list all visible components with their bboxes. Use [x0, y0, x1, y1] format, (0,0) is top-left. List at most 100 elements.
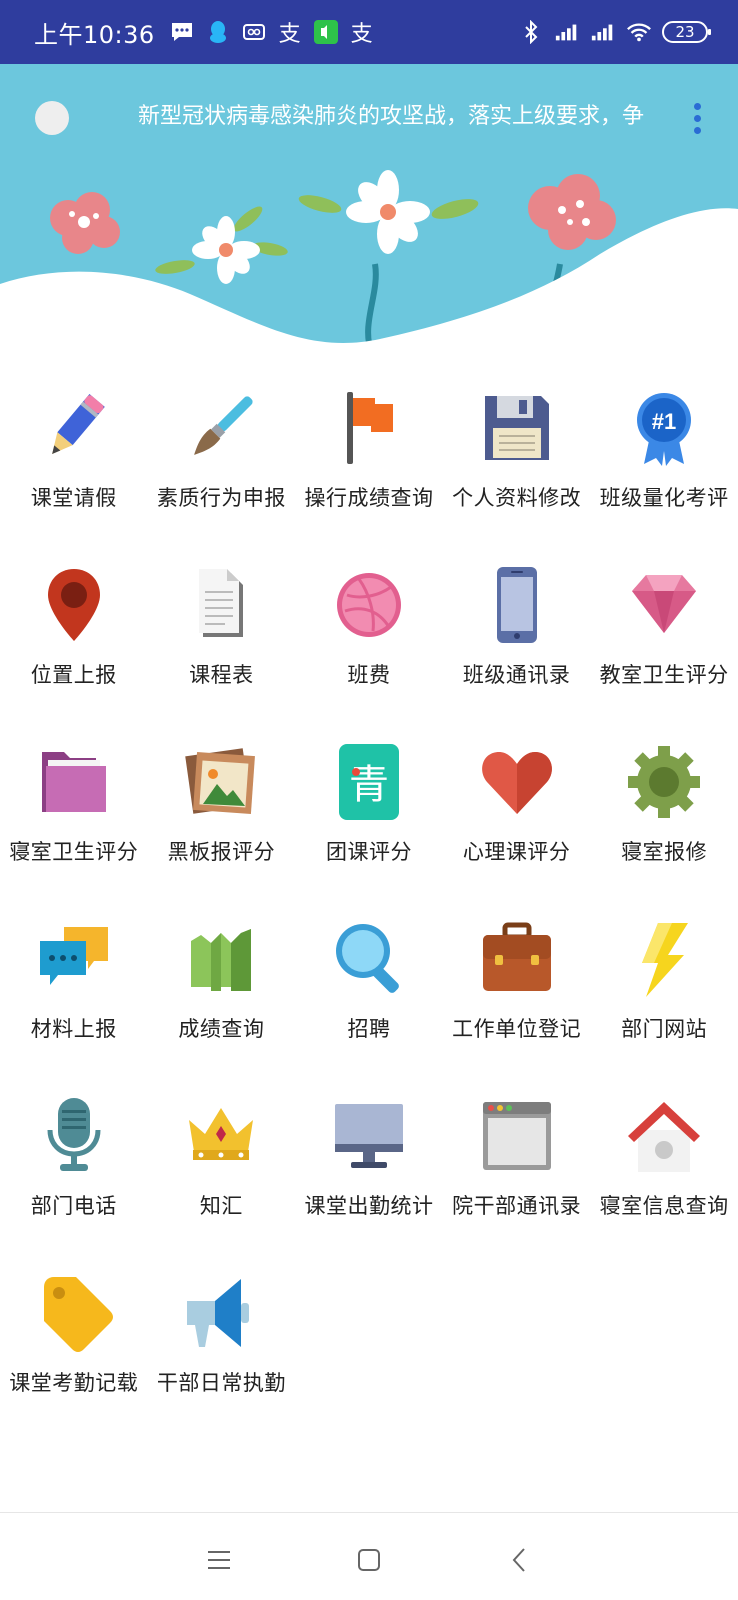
document-icon — [199, 569, 244, 637]
browser-window-icon — [482, 1102, 551, 1170]
bluetooth-icon — [518, 19, 544, 45]
navigation-bar — [0, 1512, 738, 1600]
grid-item-dorm-repair[interactable]: 寝室报修 — [590, 724, 738, 901]
grid-item-label: 部门网站 — [621, 1017, 708, 1041]
grid-item-label: 心理课评分 — [462, 840, 571, 864]
signal-icon — [590, 19, 616, 45]
back-button[interactable] — [494, 1535, 544, 1585]
megaphone-icon — [187, 1279, 250, 1347]
grid-item-label: 课堂请假 — [30, 486, 117, 510]
dribbble-ball-icon — [336, 573, 401, 637]
grid-item-cadre-contacts[interactable]: 院干部通讯录 — [443, 1078, 591, 1255]
tag-icon — [43, 1277, 113, 1352]
grid-item-score-query[interactable]: 成绩查询 — [148, 901, 296, 1078]
grid-item-label: 团课评分 — [325, 840, 412, 864]
back-icon — [512, 1547, 525, 1572]
grid-item-location-report[interactable]: 位置上报 — [0, 547, 148, 724]
grid-item-label: 寝室信息查询 — [599, 1194, 729, 1218]
home-button[interactable] — [344, 1535, 394, 1585]
grid-item-class-fee[interactable]: 班费 — [295, 547, 443, 724]
grid-item-dorm-hygiene[interactable]: 寝室卫生评分 — [0, 724, 148, 901]
grid-item-conduct-score[interactable]: 操行成绩查询 — [295, 370, 443, 547]
briefcase-icon — [482, 922, 551, 991]
grid-item-label: 材料上报 — [30, 1017, 117, 1041]
grid-item-material-report[interactable]: 材料上报 — [0, 901, 148, 1078]
grid-item-label: 课程表 — [189, 663, 254, 687]
floppy-disk-icon — [484, 396, 549, 460]
crown-icon — [189, 1108, 254, 1160]
magnifier-icon — [335, 924, 399, 993]
grid-item-profile-edit[interactable]: 个人资料修改 — [443, 370, 591, 547]
grid-item-attendance-stats[interactable]: 课堂出勤统计 — [295, 1078, 443, 1255]
youth-league-icon: 青 — [338, 744, 399, 820]
grid-item-employer-register[interactable]: 工作单位登记 — [443, 901, 591, 1078]
grid-item-label: 黑板报评分 — [167, 840, 276, 864]
grid-item-leave-request[interactable]: 课堂请假 — [0, 370, 148, 547]
grid-item-cadre-duty[interactable]: 干部日常执勤 — [148, 1255, 296, 1432]
grid-item-label: 课堂考勤记载 — [9, 1371, 139, 1395]
picture-icon — [185, 748, 256, 814]
menu-button[interactable] — [194, 1535, 244, 1585]
map-pin-icon — [47, 569, 100, 641]
alipay-icon: 支 — [278, 22, 301, 47]
battery-icon: 23 — [662, 21, 711, 43]
header-banner: 新型冠状病毒感染肺炎的攻坚战，落实上级要求，争 — [0, 64, 738, 354]
grid-item-label: 招聘 — [347, 1017, 391, 1041]
pencil-icon — [51, 393, 105, 455]
flag-icon — [346, 392, 393, 464]
microphone-icon — [47, 1098, 101, 1171]
rank-badge-icon: #1 — [637, 393, 692, 466]
grid-item-label: 位置上报 — [30, 663, 117, 687]
grid-item-dorm-info[interactable]: 寝室信息查询 — [590, 1078, 738, 1255]
grid-item-department-phone[interactable]: 部门电话 — [0, 1078, 148, 1255]
menu-icon — [208, 1550, 230, 1569]
chat-bubbles-icon — [39, 927, 108, 985]
paintbrush-icon — [194, 396, 253, 455]
folder-icon — [41, 752, 106, 812]
status-bar: 上午10:36 支 支 23 — [0, 0, 738, 64]
grid-item-blackboard[interactable]: 黑板报评分 — [148, 724, 296, 901]
announcement-marquee[interactable]: 新型冠状病毒感染肺炎的攻坚战，落实上级要求，争 — [138, 100, 660, 134]
grid-item-label: 院干部通讯录 — [452, 1194, 582, 1218]
grid-item-class-contacts[interactable]: 班级通讯录 — [443, 547, 591, 724]
grid-item-recruitment[interactable]: 招聘 — [295, 901, 443, 1078]
grid-item-psychology[interactable]: 心理课评分 — [443, 724, 591, 901]
avatar[interactable] — [35, 101, 69, 135]
function-grid: 课堂请假 素质行为申报 操行成绩查询 个人资料修改 #1 班级量化考评 位置上报… — [0, 370, 738, 1432]
status-time: 上午10:36 — [34, 20, 155, 49]
grid-item-behavior-report[interactable]: 素质行为申报 — [148, 370, 296, 547]
house-icon — [628, 1102, 701, 1172]
heart-icon — [481, 752, 552, 814]
grid-item-zhihui[interactable]: 知汇 — [148, 1078, 296, 1255]
diamond-icon — [632, 575, 697, 633]
grid-item-timetable[interactable]: 课程表 — [148, 547, 296, 724]
sim-icon — [241, 19, 267, 45]
grid-item-label: 课堂出勤统计 — [304, 1194, 434, 1218]
chart-map-icon — [191, 929, 252, 991]
smartphone-icon — [496, 567, 537, 643]
grid-item-league-class[interactable]: 青 团课评分 — [295, 724, 443, 901]
wechat-call-icon — [313, 19, 339, 45]
grid-item-classroom-hygiene[interactable]: 教室卫生评分 — [590, 547, 738, 724]
wifi-icon — [626, 19, 652, 45]
grid-item-label: 寝室报修 — [621, 840, 708, 864]
message-icon — [169, 19, 195, 45]
grid-item-label: 班级量化考评 — [599, 486, 729, 510]
grid-item-label: 班费 — [347, 663, 391, 687]
grid-item-label: 个人资料修改 — [452, 486, 582, 510]
svg-text:#1: #1 — [652, 409, 676, 434]
grid-item-class-evaluation[interactable]: #1 班级量化考评 — [590, 370, 738, 547]
grid-item-label: 工作单位登记 — [452, 1017, 582, 1041]
monitor-icon — [334, 1104, 403, 1168]
alipay-icon: 支 — [350, 22, 373, 47]
lightning-icon — [642, 923, 689, 997]
battery-level: 23 — [675, 23, 695, 41]
grid-item-department-site[interactable]: 部门网站 — [590, 901, 738, 1078]
grid-item-label: 素质行为申报 — [156, 486, 286, 510]
overflow-menu-button[interactable] — [684, 98, 710, 138]
grid-item-attendance-record[interactable]: 课堂考勤记载 — [0, 1255, 148, 1432]
grid-item-label: 操行成绩查询 — [304, 486, 434, 510]
grid-item-label: 干部日常执勤 — [156, 1371, 286, 1395]
grid-item-label: 成绩查询 — [178, 1017, 265, 1041]
qq-icon — [205, 19, 231, 45]
